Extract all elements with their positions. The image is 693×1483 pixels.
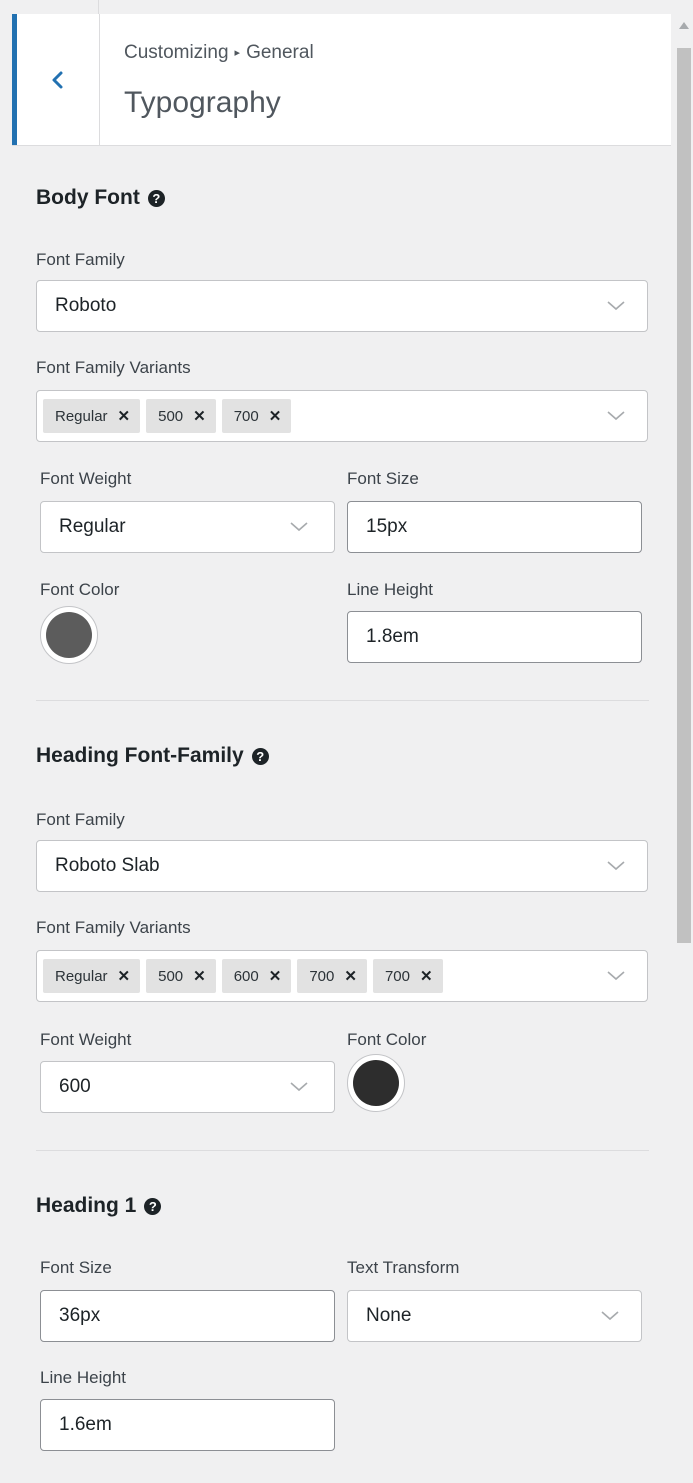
input-value: 1.8em [366, 626, 419, 647]
back-button[interactable] [17, 14, 100, 145]
close-icon[interactable]: ✕ [269, 967, 282, 985]
font-color-label: Font Color [347, 1030, 427, 1049]
heading-font-variants-select[interactable]: Regular ✕ 500 ✕ 600 ✕ 700 ✕ 700 ✕ [36, 950, 648, 1002]
variant-tag-label: Regular [55, 967, 108, 985]
variant-tag: 700 ✕ [221, 399, 292, 433]
heading-font-family-select[interactable]: Roboto Slab [36, 840, 648, 892]
section-divider [36, 700, 649, 701]
help-icon[interactable]: ? [147, 189, 165, 207]
select-value: None [366, 1305, 412, 1326]
variant-tag-label: 700 [233, 407, 259, 425]
breadcrumb-section: General [246, 42, 314, 63]
scroll-thumb[interactable] [677, 48, 691, 943]
color-dot [353, 1060, 399, 1106]
body-line-height-input[interactable]: 1.8em [347, 611, 642, 663]
heading1-line-height-input[interactable]: 1.6em [40, 1399, 335, 1451]
section-divider [36, 1150, 649, 1151]
input-value: 1.6em [59, 1414, 112, 1435]
close-icon[interactable]: ✕ [420, 967, 433, 985]
chevron-down-icon [607, 301, 625, 311]
body-font-weight-select[interactable]: Regular [40, 501, 335, 553]
variant-tag: Regular ✕ [43, 959, 141, 993]
font-variants-label: Font Family Variants [36, 918, 191, 937]
input-value: 15px [366, 516, 408, 537]
section-title-body-font: Body Font ? [36, 186, 165, 210]
body-font-size-input[interactable]: 15px [347, 501, 642, 553]
variant-tags: Regular ✕ 500 ✕ 700 ✕ [43, 399, 292, 433]
breadcrumb-root: Customizing [124, 42, 229, 63]
variant-tag: 500 ✕ [146, 959, 216, 993]
variant-tag-label: 500 [158, 407, 184, 425]
help-icon[interactable]: ? [144, 1197, 162, 1215]
body-font-variants-select[interactable]: Regular ✕ 500 ✕ 700 ✕ [36, 390, 648, 442]
font-weight-label: Font Weight [40, 1030, 132, 1049]
variant-tag: 600 ✕ [221, 959, 292, 993]
close-icon[interactable]: ✕ [193, 407, 206, 425]
section-title-heading-1: Heading 1 ? [36, 1194, 162, 1218]
input-value: 36px [59, 1305, 101, 1326]
chevron-down-icon [607, 411, 625, 421]
font-family-label: Font Family [36, 250, 125, 269]
close-icon[interactable]: ✕ [118, 407, 131, 425]
text-transform-label: Text Transform [347, 1258, 460, 1277]
select-value: Roboto Slab [55, 855, 160, 876]
panel-header: Customizing ▸ General Typography [12, 14, 671, 146]
close-icon[interactable]: ✕ [269, 407, 282, 425]
select-value: Regular [59, 516, 126, 537]
heading1-font-size-input[interactable]: 36px [40, 1290, 335, 1342]
variant-tags: Regular ✕ 500 ✕ 600 ✕ 700 ✕ 700 ✕ [43, 959, 443, 993]
top-strip [0, 0, 673, 14]
heading1-text-transform-select[interactable]: None [347, 1290, 642, 1342]
chevron-left-icon [52, 71, 63, 88]
close-icon[interactable]: ✕ [193, 967, 206, 985]
font-color-label: Font Color [40, 580, 120, 599]
breadcrumb: Customizing ▸ General [124, 42, 314, 64]
variant-tag: 700 ✕ [297, 959, 367, 993]
body-font-family-select[interactable]: Roboto [36, 280, 648, 332]
divider [98, 0, 99, 14]
chevron-down-icon [607, 971, 625, 981]
line-height-label: Line Height [40, 1368, 127, 1387]
font-family-label: Font Family [36, 810, 125, 829]
section-title-text: Heading 1 [36, 1194, 137, 1217]
color-dot [46, 612, 92, 658]
section-title-text: Body Font [36, 186, 140, 209]
scroll-up-arrow-icon[interactable] [679, 22, 689, 29]
section-title-text: Heading Font-Family [36, 744, 244, 767]
heading-font-weight-select[interactable]: 600 [40, 1061, 335, 1113]
chevron-down-icon [290, 522, 308, 532]
select-value: 600 [59, 1076, 91, 1097]
variant-tag-label: 600 [233, 967, 259, 985]
body-font-color-swatch[interactable] [40, 606, 98, 664]
variant-tag: 500 ✕ [146, 399, 216, 433]
variant-tag: 700 ✕ [372, 959, 443, 993]
font-weight-label: Font Weight [40, 469, 132, 488]
font-variants-label: Font Family Variants [36, 358, 191, 377]
font-size-label: Font Size [347, 469, 419, 488]
variant-tag-label: 500 [158, 967, 184, 985]
help-icon[interactable]: ? [251, 747, 269, 765]
chevron-down-icon [607, 861, 625, 871]
chevron-down-icon [290, 1082, 308, 1092]
select-value: Roboto [55, 295, 117, 316]
scrollbar[interactable] [675, 14, 693, 1483]
breadcrumb-arrow-icon: ▸ [234, 47, 241, 59]
variant-tag-label: 700 [384, 967, 410, 985]
close-icon[interactable]: ✕ [118, 967, 131, 985]
heading-font-color-swatch[interactable] [347, 1054, 405, 1112]
page-title: Typography [124, 86, 281, 119]
variant-tag-label: 700 [309, 967, 335, 985]
variant-tag-label: Regular [55, 407, 108, 425]
font-size-label: Font Size [40, 1258, 112, 1277]
variant-tag: Regular ✕ [43, 399, 141, 433]
line-height-label: Line Height [347, 580, 434, 599]
section-title-heading-font: Heading Font-Family ? [36, 744, 269, 768]
chevron-down-icon [601, 1311, 619, 1321]
close-icon[interactable]: ✕ [344, 967, 357, 985]
